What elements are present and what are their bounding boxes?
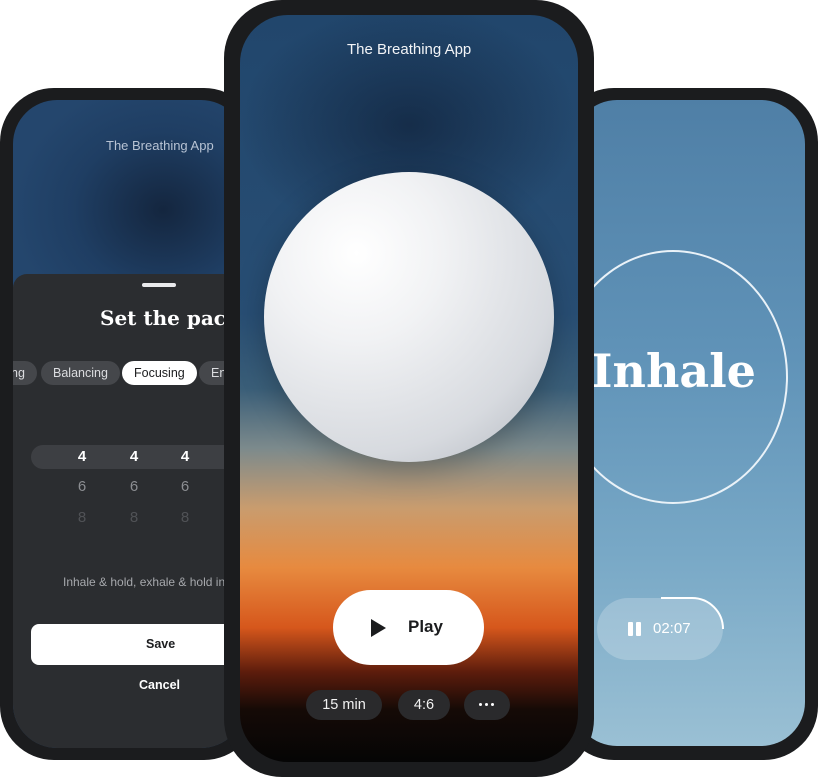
picker-option: 8 [180,509,190,526]
picker-inhale-value: 4 [77,448,87,465]
sheet-title: Set the pace [100,306,239,330]
breathing-session-screen: Inhale 02:07 [573,100,805,746]
picker-option: 8 [129,509,139,526]
pace-bottom-sheet: Set the pace ng Balancing Focusing En 4 … [13,274,245,748]
picker-option: 6 [129,478,139,495]
breath-phase-label: Inhale [591,344,756,398]
play-button-label: Play [408,617,443,636]
picker-option: 6 [180,478,190,495]
more-dots-icon [479,703,494,707]
picker-hold-value: 4 [129,448,139,465]
phone-main-screen: The Breathing App Play 15 min 4:6 ••• [224,0,594,777]
more-options-button[interactable]: ••• [464,690,510,720]
pace-chip[interactable]: 4:6 [398,690,450,720]
save-button-label: Save [146,637,176,651]
app-title: The Breathing App [347,41,472,58]
phone-pace-settings: The Breathing App Set the pace ng Balanc… [0,88,258,760]
preset-pill-balancing[interactable]: Balancing [41,361,120,385]
preset-pill-focusing[interactable]: Focusing [122,361,197,385]
cancel-button[interactable]: Cancel [139,678,180,692]
phone-breathing-session: Inhale 02:07 [560,88,818,760]
play-button[interactable]: Play [333,590,484,665]
pace-settings-screen: The Breathing App Set the pace ng Balanc… [13,100,245,748]
pace-description: Inhale & hold, exhale & hold in [63,575,226,589]
save-button[interactable]: Save [31,624,245,665]
preset-pill-previous[interactable]: ng [13,361,37,385]
app-title: The Breathing App [106,138,214,153]
picker-option: 6 [77,478,87,495]
sheet-drag-handle[interactable] [142,283,176,287]
breathing-orb [264,172,554,462]
duration-chip[interactable]: 15 min [306,690,382,720]
play-icon [371,619,386,637]
picker-exhale-value: 4 [180,448,190,465]
timer-progress-arc [661,597,724,630]
main-screen: The Breathing App Play 15 min 4:6 ••• [240,15,578,762]
picker-option: 8 [77,509,87,526]
